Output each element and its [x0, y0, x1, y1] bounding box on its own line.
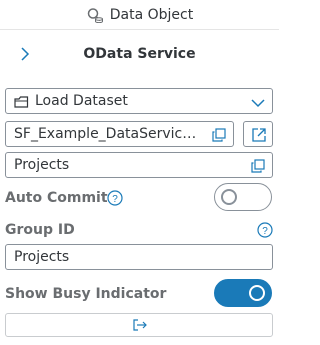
operation-select[interactable]: Load Dataset	[5, 88, 273, 114]
load-dataset-icon	[14, 94, 29, 113]
chevron-down-icon[interactable]	[251, 95, 265, 114]
service-row: OData Service	[0, 37, 279, 71]
help-icon[interactable]: ?	[257, 222, 273, 238]
panel-header: Data Object	[0, 0, 279, 30]
group-id-label: Group ID	[5, 222, 75, 238]
busy-indicator-toggle[interactable]	[214, 279, 272, 307]
busy-indicator-label: Show Busy Indicator	[5, 286, 167, 302]
auto-commit-label: Auto Commit	[5, 190, 108, 206]
search-database-icon	[86, 7, 104, 23]
toggle-knob	[221, 189, 237, 205]
exit-action-button[interactable]	[5, 313, 273, 337]
copy-icon[interactable]	[212, 127, 226, 142]
service-path-value: SF_Example_DataServices...	[14, 126, 204, 142]
group-id-value: Projects	[14, 249, 70, 265]
auto-commit-toggle[interactable]	[214, 183, 272, 211]
group-id-input[interactable]: Projects	[5, 244, 273, 270]
entity-set-field[interactable]: Projects	[5, 152, 273, 178]
service-path-field[interactable]: SF_Example_DataServices...	[5, 121, 234, 147]
svg-text:?: ?	[262, 226, 268, 237]
service-title: OData Service	[83, 46, 196, 62]
operation-value: Load Dataset	[35, 93, 128, 109]
help-icon[interactable]: ?	[107, 190, 123, 206]
open-external-button[interactable]	[243, 121, 273, 147]
sign-out-icon	[133, 319, 147, 331]
panel-title: Data Object	[109, 6, 194, 23]
entity-set-value: Projects	[14, 157, 70, 173]
open-external-icon	[252, 128, 266, 142]
toggle-knob	[249, 285, 265, 301]
svg-text:?: ?	[112, 194, 118, 205]
copy-icon[interactable]	[251, 158, 265, 173]
